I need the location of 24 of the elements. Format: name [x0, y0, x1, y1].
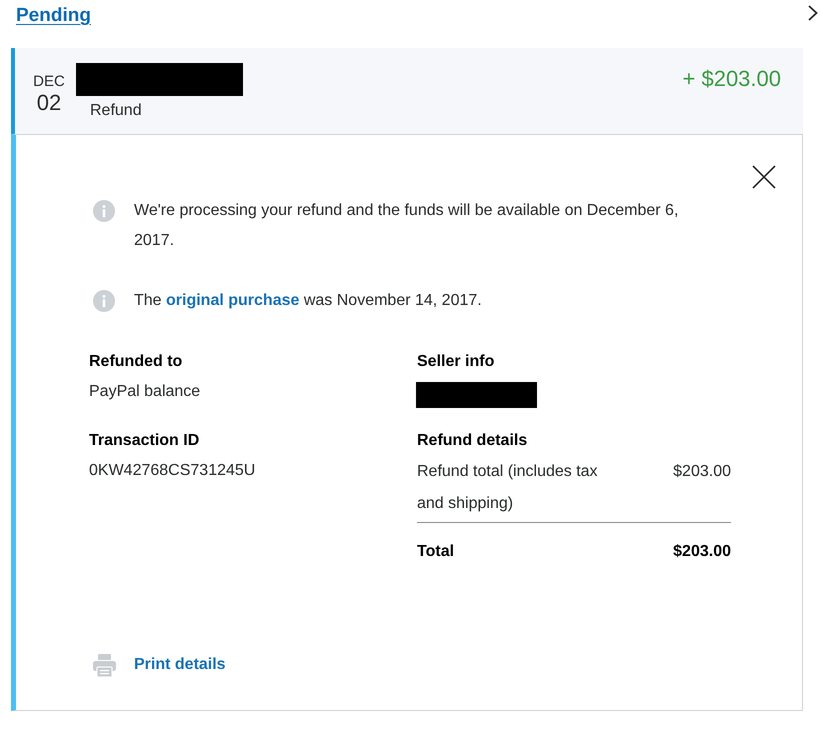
print-details-link[interactable]: Print details — [134, 653, 226, 677]
close-icon[interactable] — [752, 165, 776, 189]
info-icon — [93, 200, 115, 222]
detail-value: 0KW42768CS731245U — [89, 461, 256, 481]
detail-label: Refund details — [417, 431, 528, 451]
detail-label: Transaction ID — [89, 431, 200, 451]
detail-label: Seller info — [417, 352, 494, 372]
detail-label: Refunded to — [89, 352, 182, 372]
chevron-right-icon[interactable] — [808, 5, 818, 21]
notice-text: The original purchase was November 14, 2017. — [134, 291, 483, 311]
detail-value: PayPal balance — [89, 382, 200, 402]
original-purchase-link[interactable]: original purchase — [166, 292, 300, 309]
total-label: Total — [417, 542, 454, 562]
amount: + $203.00 — [682, 65, 781, 93]
info-icon — [93, 290, 115, 312]
notice-text: We're processing your refund and the funds will be available on December 6, 2017. — [134, 201, 680, 251]
date-month: DEC — [33, 74, 65, 90]
transaction-type: Refund — [90, 101, 142, 121]
date-day: 02 — [36, 90, 62, 116]
transaction-header[interactable]: DEC 02 Refund + $203.00 — [11, 48, 803, 134]
line-item-amount: $203.00 — [673, 462, 731, 482]
pending-link[interactable]: Pending — [16, 3, 91, 29]
total-amount: $203.00 — [673, 542, 731, 562]
line-item-label: Refund total (includes tax and shipping) — [417, 462, 599, 514]
